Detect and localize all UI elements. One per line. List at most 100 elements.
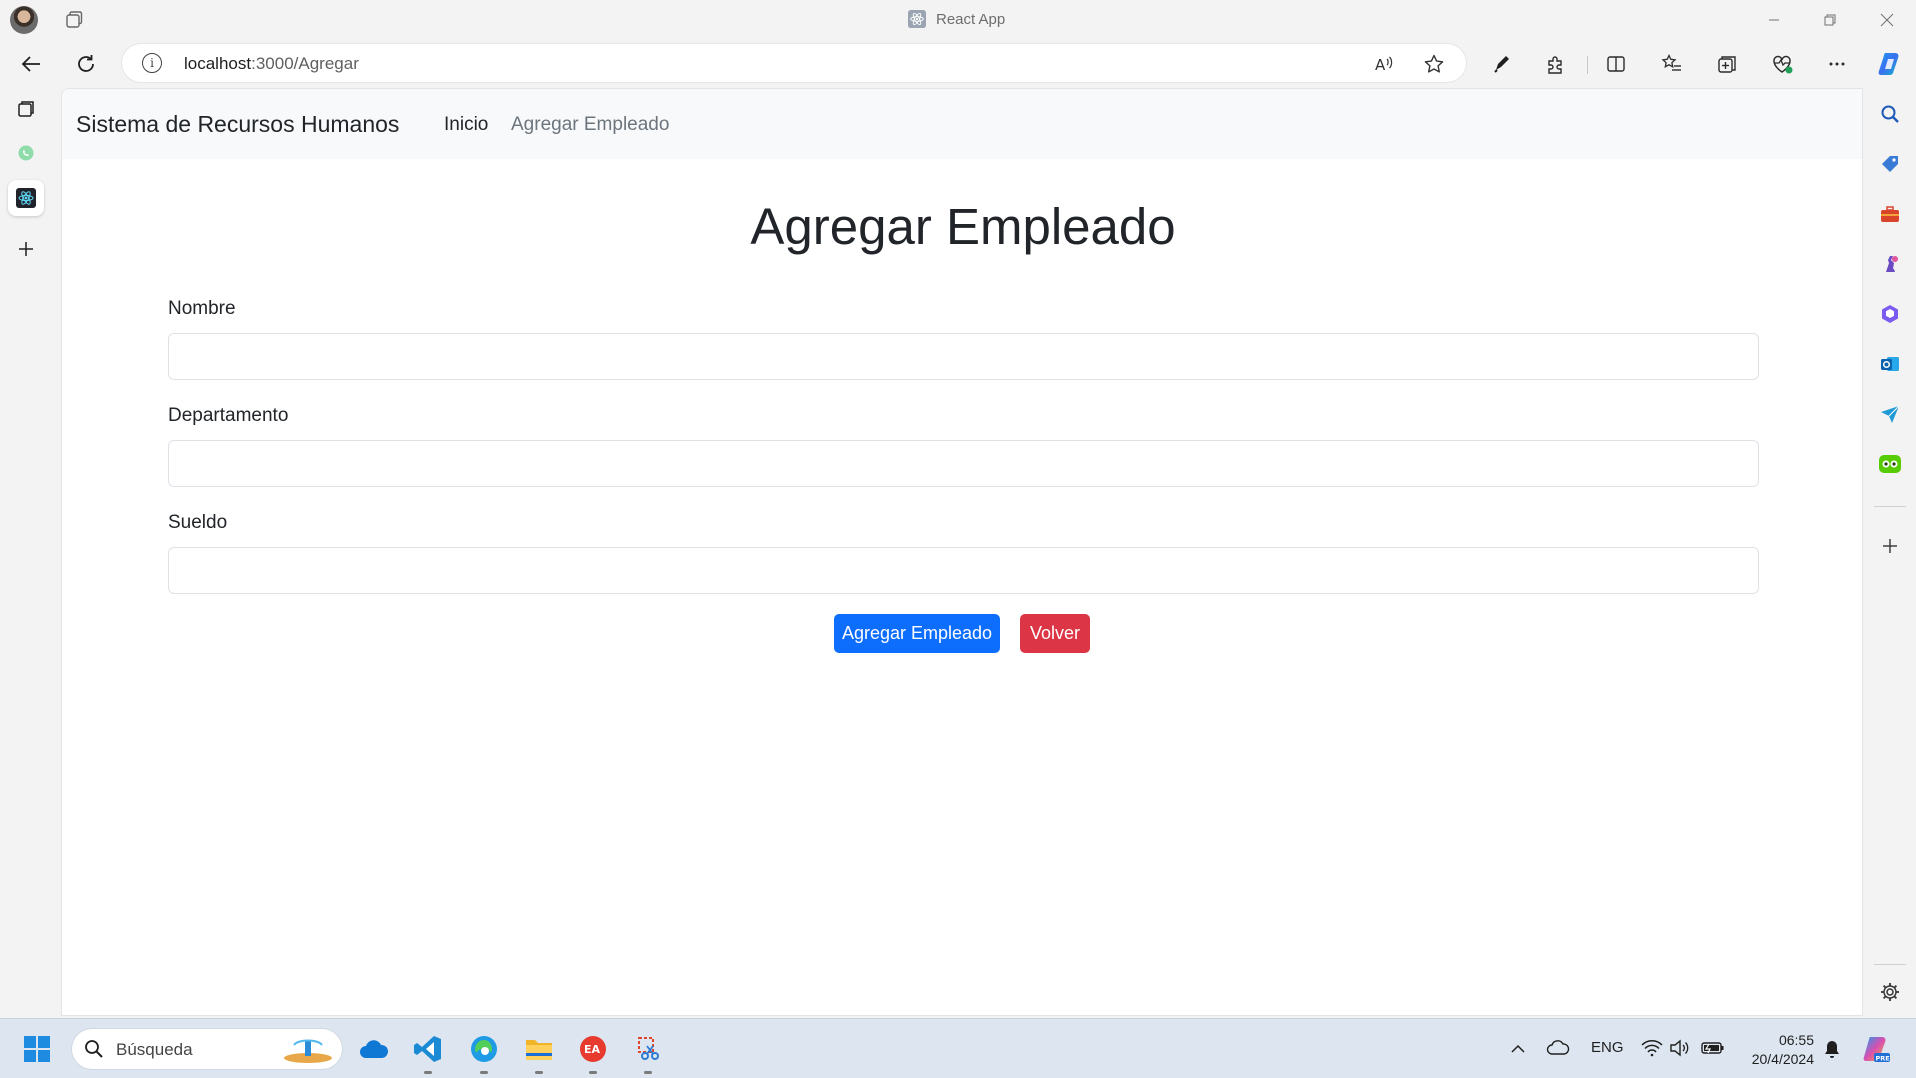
window-title: React App	[908, 10, 1005, 28]
wifi-icon[interactable]	[1641, 1039, 1663, 1057]
svg-text:PRE: PRE	[1876, 1055, 1890, 1063]
collections-icon[interactable]	[1711, 48, 1743, 80]
taskbar-onedrive[interactable]	[356, 1031, 392, 1067]
vscode-icon	[414, 1036, 441, 1062]
duolingo-owl-icon	[1879, 455, 1901, 473]
volume-icon[interactable]	[1669, 1039, 1689, 1057]
start-button[interactable]	[19, 1031, 55, 1067]
volver-button[interactable]: Volver	[1020, 614, 1090, 653]
window-title-text: React App	[936, 10, 1006, 28]
notification-bell-icon[interactable]	[1823, 1039, 1841, 1059]
refresh-button[interactable]	[70, 48, 102, 80]
outlook-icon	[1881, 357, 1899, 371]
taskbar-file-explorer[interactable]	[521, 1031, 557, 1067]
svg-text:EA: EA	[584, 1043, 601, 1056]
more-options-button[interactable]	[1821, 48, 1853, 80]
copilot-icon	[1878, 53, 1899, 75]
chevron-up-icon[interactable]	[1510, 1044, 1526, 1054]
navbar-brand[interactable]: Sistema de Recursos Humanos	[76, 111, 399, 138]
arrow-left-icon	[21, 56, 40, 72]
departamento-input[interactable]	[168, 440, 1759, 487]
address-bar[interactable]: i localhost:3000/Agregar A	[122, 44, 1466, 82]
site-info-icon[interactable]: i	[142, 53, 162, 73]
extensions-icon[interactable]	[1540, 48, 1572, 80]
more-icon	[1829, 62, 1845, 66]
nav-link-agregar-empleado[interactable]: Agregar Empleado	[511, 114, 669, 136]
microsoft365-icon	[1882, 305, 1898, 323]
taskbar-ea-app[interactable]: EA	[575, 1031, 611, 1067]
battery-icon[interactable]	[1701, 1040, 1725, 1056]
url-host: localhost	[184, 54, 252, 73]
ea-logo-icon: EA	[580, 1036, 606, 1062]
clock-date: 20/4/2024	[1751, 1051, 1814, 1067]
taskbar-snipping-tool[interactable]	[630, 1031, 666, 1067]
cloud-icon	[360, 1040, 389, 1058]
new-tab-button[interactable]	[8, 231, 44, 267]
sidebar-tools-button[interactable]	[1876, 200, 1904, 228]
system-clock[interactable]: 06:55 20/4/2024	[1742, 1031, 1814, 1069]
sidebar-add-button[interactable]	[1876, 532, 1904, 560]
page-viewport: Sistema de Recursos Humanos Inicio Agreg…	[61, 88, 1863, 1016]
language-indicator[interactable]: ENG	[1591, 1039, 1624, 1056]
puzzle-icon	[1548, 56, 1562, 74]
shopping-tag-icon	[1882, 156, 1898, 172]
vertical-tab-strip	[0, 88, 52, 1018]
plus-icon	[1883, 539, 1897, 553]
favorites-icon[interactable]	[1656, 48, 1688, 80]
app-navbar: Sistema de Recursos Humanos Inicio Agreg…	[62, 89, 1862, 159]
taskbar-search[interactable]: Búsqueda	[72, 1029, 342, 1069]
sidebar-settings-button[interactable]	[1876, 978, 1904, 1006]
restore-button[interactable]	[1807, 6, 1853, 34]
sidebar-send-button[interactable]	[1876, 400, 1904, 428]
back-button[interactable]	[15, 48, 47, 80]
copilot-taskbar-icon[interactable]: PRE	[1860, 1033, 1892, 1065]
react-logo-icon	[16, 188, 36, 208]
whatsapp-icon	[18, 145, 34, 161]
onedrive-tray-icon[interactable]	[1546, 1039, 1570, 1057]
tab-actions-icon[interactable]	[64, 10, 84, 30]
toolbar-separator	[1587, 56, 1588, 74]
browser-toolbar: i localhost:3000/Agregar A	[0, 40, 1916, 88]
minimize-button[interactable]	[1751, 6, 1797, 34]
sidebar-shopping-button[interactable]	[1876, 150, 1904, 178]
sidebar-outlook-button[interactable]	[1876, 350, 1904, 378]
react-logo-icon	[908, 10, 926, 28]
taskbar-edge[interactable]	[466, 1031, 502, 1067]
snipping-running-indicator	[644, 1071, 652, 1074]
minimize-icon	[1769, 19, 1779, 21]
search-placeholder: Búsqueda	[116, 1040, 193, 1059]
close-icon	[1880, 13, 1894, 27]
plus-icon	[19, 242, 33, 256]
split-screen-icon[interactable]	[1600, 48, 1632, 80]
url-text[interactable]: localhost:3000/Agregar	[184, 54, 359, 74]
sidebar-search-button[interactable]	[1876, 100, 1904, 128]
sueldo-input[interactable]	[168, 547, 1759, 594]
profile-avatar[interactable]	[10, 6, 38, 34]
browser-essentials-icon[interactable]	[1766, 48, 1798, 80]
svg-text:A: A	[1375, 56, 1386, 74]
sidebar-duolingo-button[interactable]	[1876, 450, 1904, 478]
collections-glyph	[1718, 56, 1736, 73]
sidebar-m365-button[interactable]	[1876, 300, 1904, 328]
search-icon	[1881, 105, 1899, 123]
ea-running-indicator	[589, 1071, 597, 1074]
tab-whatsapp[interactable]	[8, 135, 44, 171]
sidebar-separator	[1874, 964, 1906, 965]
copilot-button[interactable]	[1874, 48, 1906, 80]
nombre-input[interactable]	[168, 333, 1759, 380]
close-window-button[interactable]	[1864, 6, 1910, 34]
folder-icon	[526, 1040, 552, 1060]
agregar-empleado-button[interactable]: Agregar Empleado	[834, 614, 1000, 653]
taskbar-vscode[interactable]	[410, 1031, 446, 1067]
tab-actions-button[interactable]	[8, 91, 44, 127]
tab-panel-icon	[18, 101, 34, 117]
read-aloud-icon[interactable]: A	[1372, 52, 1396, 76]
departamento-label: Departamento	[168, 405, 289, 426]
nav-link-inicio[interactable]: Inicio	[444, 114, 488, 136]
page-title: Agregar Empleado	[750, 198, 1176, 255]
favorite-star-icon[interactable]	[1422, 52, 1446, 76]
tab-react-app[interactable]	[8, 180, 44, 216]
read-aloud-glyph: A	[1375, 56, 1393, 74]
sidebar-games-button[interactable]	[1876, 250, 1904, 278]
pen-extension-icon[interactable]	[1486, 48, 1518, 80]
